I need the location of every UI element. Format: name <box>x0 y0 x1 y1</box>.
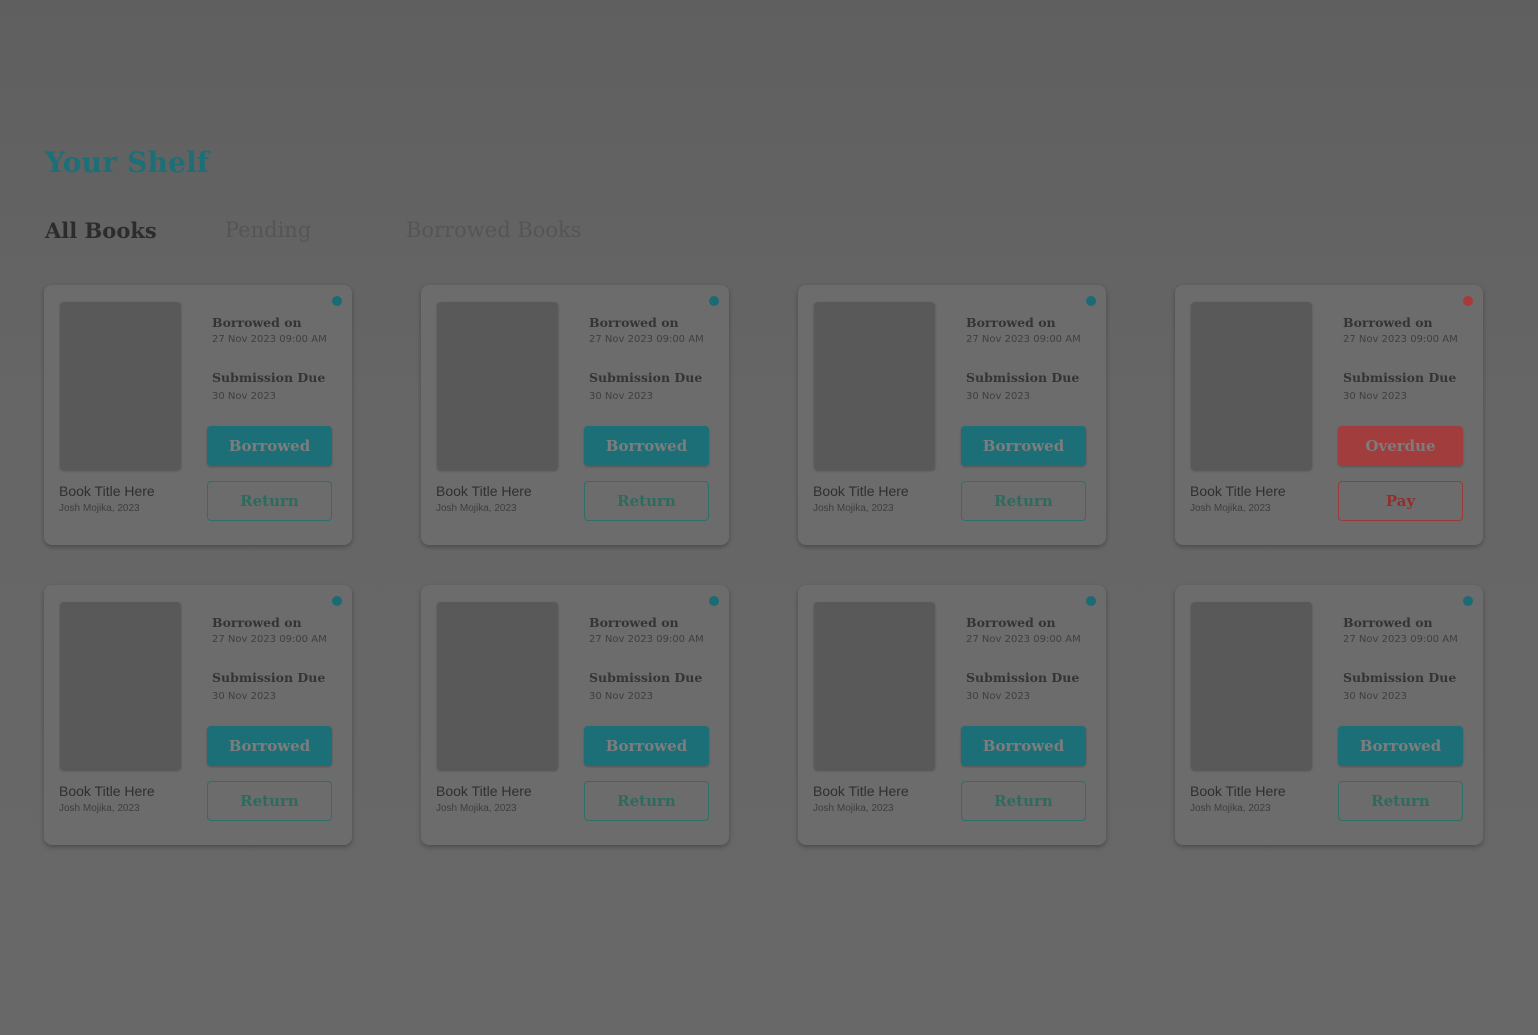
borrowed-on-label: Borrowed on <box>589 315 679 330</box>
borrowed-status-button[interactable]: Borrowed <box>961 426 1086 466</box>
borrowed-on-date: 27 Nov 2023 09:00 AM <box>212 634 327 645</box>
tab-pending[interactable]: Pending <box>225 218 311 242</box>
book-author-year: Josh Mojika, 2023 <box>1190 503 1271 514</box>
book-cover[interactable] <box>60 602 181 770</box>
tab-borrowed-books[interactable]: Borrowed Books <box>406 218 582 242</box>
return-button[interactable]: Return <box>584 481 709 521</box>
book-title: Book Title Here <box>59 783 155 799</box>
status-indicator-dot <box>709 596 719 606</box>
submission-due-date: 30 Nov 2023 <box>966 391 1031 402</box>
return-button[interactable]: Return <box>207 781 332 821</box>
book-card: Borrowed on 27 Nov 2023 09:00 AM Submiss… <box>421 285 729 545</box>
book-title: Book Title Here <box>813 783 909 799</box>
submission-due-label: Submission Due <box>1343 670 1457 685</box>
status-indicator-dot <box>332 296 342 306</box>
borrowed-status-button[interactable]: Borrowed <box>207 426 332 466</box>
borrowed-on-date: 27 Nov 2023 09:00 AM <box>966 334 1081 345</box>
borrowed-status-button[interactable]: Borrowed <box>584 426 709 466</box>
borrowed-on-date: 27 Nov 2023 09:00 AM <box>1343 334 1458 345</box>
status-indicator-dot <box>1463 596 1473 606</box>
book-cover[interactable] <box>437 302 558 470</box>
borrowed-on-label: Borrowed on <box>1343 615 1433 630</box>
book-title: Book Title Here <box>1190 483 1286 499</box>
submission-due-date: 30 Nov 2023 <box>1343 691 1408 702</box>
book-title: Book Title Here <box>436 483 532 499</box>
book-author-year: Josh Mojika, 2023 <box>813 803 894 814</box>
borrowed-on-label: Borrowed on <box>212 615 302 630</box>
book-author-year: Josh Mojika, 2023 <box>436 503 517 514</box>
borrowed-on-label: Borrowed on <box>966 615 1056 630</box>
borrowed-on-label: Borrowed on <box>1343 315 1433 330</box>
page-title: Your Shelf <box>45 146 210 179</box>
status-indicator-dot <box>709 296 719 306</box>
submission-due-label: Submission Due <box>966 670 1080 685</box>
book-author-year: Josh Mojika, 2023 <box>1190 803 1271 814</box>
tab-all-books[interactable]: All Books <box>45 218 157 243</box>
return-button[interactable]: Return <box>961 481 1086 521</box>
return-button[interactable]: Return <box>584 781 709 821</box>
book-author-year: Josh Mojika, 2023 <box>59 503 140 514</box>
borrowed-on-label: Borrowed on <box>966 315 1056 330</box>
book-cover[interactable] <box>437 602 558 770</box>
borrowed-on-date: 27 Nov 2023 09:00 AM <box>1343 634 1458 645</box>
submission-due-label: Submission Due <box>966 370 1080 385</box>
book-card: Borrowed on 27 Nov 2023 09:00 AM Submiss… <box>1175 285 1483 545</box>
status-indicator-dot <box>332 596 342 606</box>
return-button[interactable]: Return <box>1338 781 1463 821</box>
book-title: Book Title Here <box>436 783 532 799</box>
book-cover[interactable] <box>814 602 935 770</box>
submission-due-date: 30 Nov 2023 <box>966 691 1031 702</box>
book-card: Borrowed on 27 Nov 2023 09:00 AM Submiss… <box>798 585 1106 845</box>
submission-due-date: 30 Nov 2023 <box>212 391 277 402</box>
book-author-year: Josh Mojika, 2023 <box>436 803 517 814</box>
overdue-status-button[interactable]: Overdue <box>1338 426 1463 466</box>
borrowed-on-label: Borrowed on <box>589 615 679 630</box>
status-indicator-dot <box>1463 296 1473 306</box>
book-cover[interactable] <box>1191 602 1312 770</box>
book-author-year: Josh Mojika, 2023 <box>59 803 140 814</box>
book-title: Book Title Here <box>813 483 909 499</box>
submission-due-label: Submission Due <box>589 370 703 385</box>
borrowed-status-button[interactable]: Borrowed <box>1338 726 1463 766</box>
book-author-year: Josh Mojika, 2023 <box>813 503 894 514</box>
borrowed-status-button[interactable]: Borrowed <box>961 726 1086 766</box>
book-card: Borrowed on 27 Nov 2023 09:00 AM Submiss… <box>798 285 1106 545</box>
status-indicator-dot <box>1086 296 1096 306</box>
status-indicator-dot <box>1086 596 1096 606</box>
return-button[interactable]: Return <box>961 781 1086 821</box>
borrowed-status-button[interactable]: Borrowed <box>584 726 709 766</box>
submission-due-label: Submission Due <box>589 670 703 685</box>
book-title: Book Title Here <box>59 483 155 499</box>
submission-due-label: Submission Due <box>212 670 326 685</box>
borrowed-on-date: 27 Nov 2023 09:00 AM <box>589 634 704 645</box>
book-card: Borrowed on 27 Nov 2023 09:00 AM Submiss… <box>44 285 352 545</box>
borrowed-on-date: 27 Nov 2023 09:00 AM <box>212 334 327 345</box>
borrowed-on-label: Borrowed on <box>212 315 302 330</box>
submission-due-label: Submission Due <box>1343 370 1457 385</box>
book-cover[interactable] <box>1191 302 1312 470</box>
book-card: Borrowed on 27 Nov 2023 09:00 AM Submiss… <box>1175 585 1483 845</box>
pay-button[interactable]: Pay <box>1338 481 1463 521</box>
book-title: Book Title Here <box>1190 783 1286 799</box>
book-cover[interactable] <box>814 302 935 470</box>
submission-due-date: 30 Nov 2023 <box>589 691 654 702</box>
submission-due-date: 30 Nov 2023 <box>1343 391 1408 402</box>
book-cover[interactable] <box>60 302 181 470</box>
book-card: Borrowed on 27 Nov 2023 09:00 AM Submiss… <box>421 585 729 845</box>
return-button[interactable]: Return <box>207 481 332 521</box>
submission-due-label: Submission Due <box>212 370 326 385</box>
submission-due-date: 30 Nov 2023 <box>589 391 654 402</box>
book-card: Borrowed on 27 Nov 2023 09:00 AM Submiss… <box>44 585 352 845</box>
borrowed-status-button[interactable]: Borrowed <box>207 726 332 766</box>
submission-due-date: 30 Nov 2023 <box>212 691 277 702</box>
borrowed-on-date: 27 Nov 2023 09:00 AM <box>966 634 1081 645</box>
borrowed-on-date: 27 Nov 2023 09:00 AM <box>589 334 704 345</box>
